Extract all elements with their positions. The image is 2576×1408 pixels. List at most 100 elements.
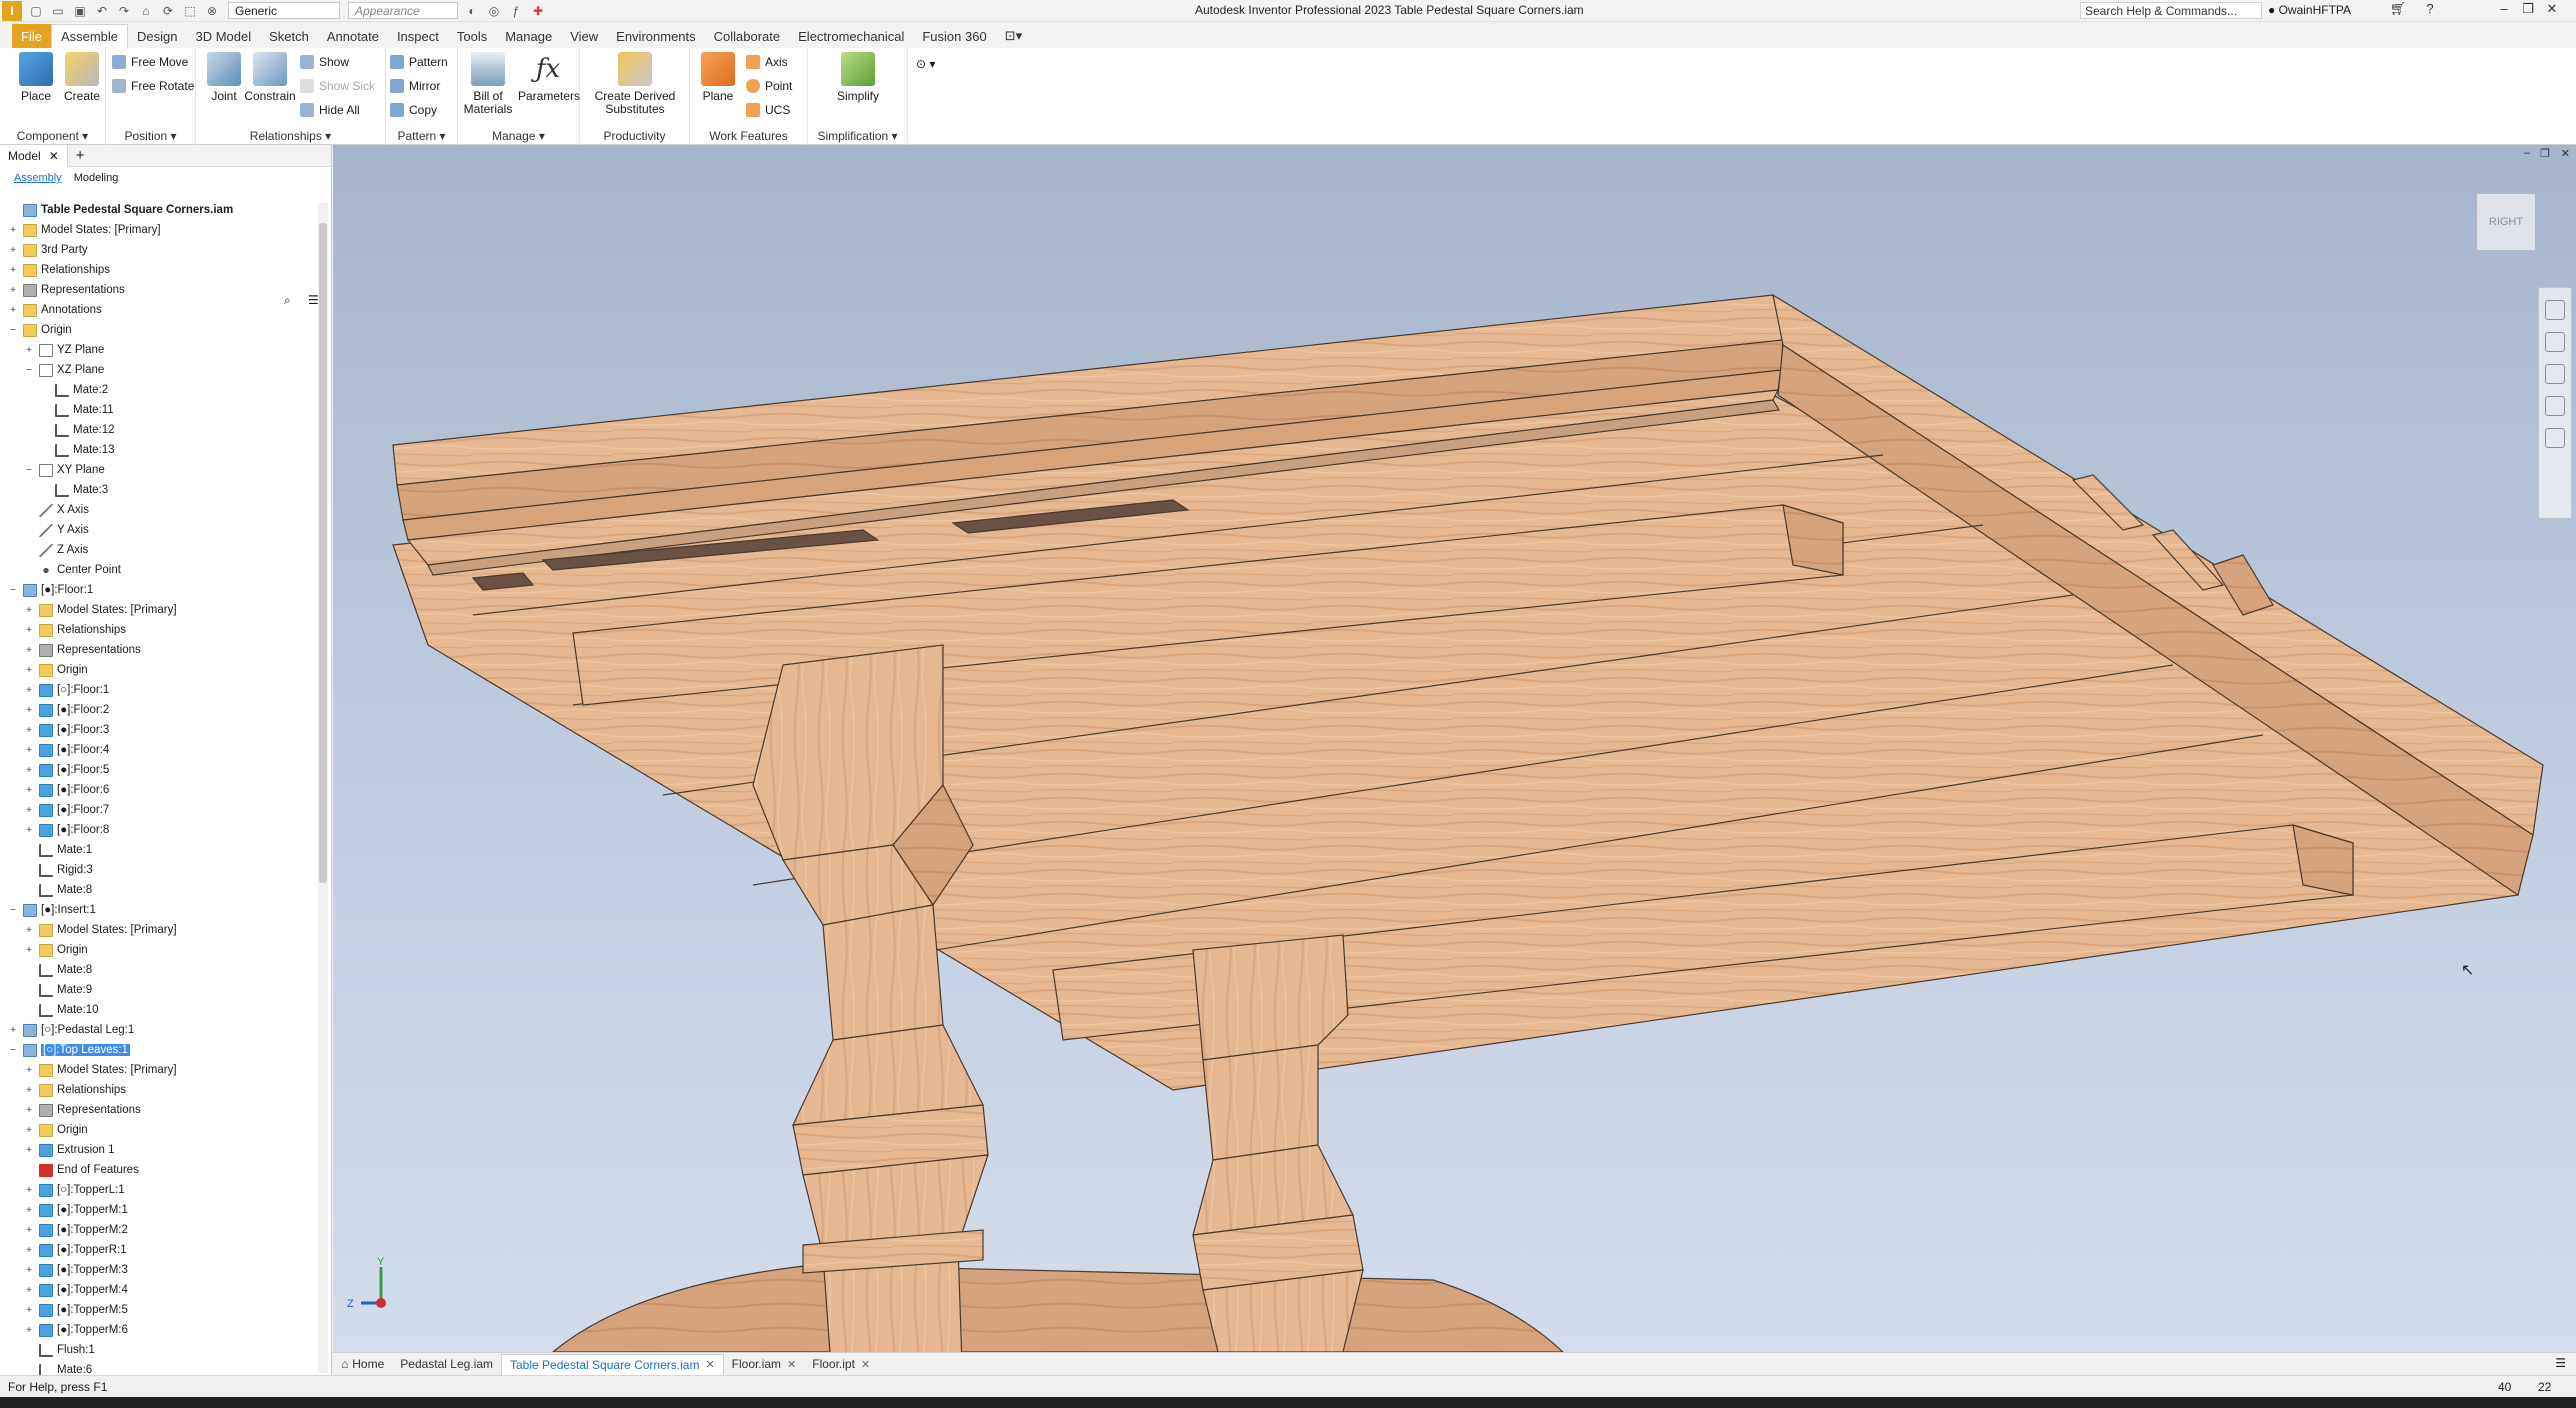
doc-tab-table-pedestal[interactable]: Table Pedestal Square Corners.iam ✕ (501, 1353, 724, 1375)
assembly-mode-link[interactable]: Assembly (14, 172, 62, 184)
viewport-minimize-icon[interactable]: – (2524, 147, 2530, 159)
tab-environments[interactable]: Environments (607, 24, 704, 48)
axis-button[interactable]: Axis (746, 52, 788, 72)
open-file-icon[interactable]: ▭ (50, 3, 66, 19)
copy-button[interactable]: Copy (390, 100, 437, 120)
tree-node[interactable]: X Axis (0, 500, 316, 520)
collapse-icon[interactable]: − (8, 585, 18, 596)
expand-icon[interactable]: + (24, 765, 34, 776)
parameters-button[interactable]: ƒx Parameters (518, 52, 580, 103)
tree-node[interactable]: + [●]:TopperM:3 (0, 1260, 316, 1280)
tree-node[interactable]: + Representations (0, 280, 316, 300)
tab-manage[interactable]: Manage (496, 24, 561, 48)
tree-node[interactable]: Mate:9 (0, 980, 316, 1000)
tree-node[interactable]: + Representations (0, 1100, 316, 1120)
graphics-viewport[interactable]: Y Z RIGHT – ❐ ✕ ↖ (333, 145, 2576, 1352)
tab-file[interactable]: File (12, 24, 51, 48)
close-doc-tab-icon[interactable]: ✕ (861, 1358, 870, 1371)
expand-icon[interactable]: + (24, 625, 34, 636)
tab-3d-model[interactable]: 3D Model (187, 24, 261, 48)
fx-icon[interactable]: ƒ (508, 3, 524, 19)
appearance-dropdown[interactable]: Appearance (348, 2, 458, 19)
tree-node[interactable]: Mate:12 (0, 420, 316, 440)
point-button[interactable]: Point (746, 76, 792, 96)
simplify-button[interactable]: Simplify (832, 52, 884, 103)
inventor-logo-icon[interactable]: I (2, 0, 22, 21)
expand-icon[interactable]: + (8, 285, 18, 296)
help-search-input[interactable]: Search Help & Commands... (2080, 2, 2262, 19)
adjust-icon[interactable]: ◐ (464, 3, 480, 19)
expand-icon[interactable]: + (24, 1285, 34, 1296)
pattern-group-label[interactable]: Pattern ▾ (386, 129, 457, 143)
tree-node[interactable]: Y Axis (0, 520, 316, 540)
expand-icon[interactable]: + (24, 645, 34, 656)
redo-icon[interactable]: ↷ (116, 3, 132, 19)
place-button[interactable]: Place (10, 52, 62, 103)
tab-assemble[interactable]: Assemble (50, 24, 129, 48)
expand-icon[interactable]: + (8, 305, 18, 316)
pan-icon[interactable] (2545, 332, 2565, 352)
expand-icon[interactable]: + (24, 1305, 34, 1316)
tree-node[interactable]: + Model States: [Primary] (0, 600, 316, 620)
tree-node[interactable]: End of Features (0, 1160, 316, 1180)
expand-icon[interactable]: + (24, 1245, 34, 1256)
collapse-icon[interactable]: − (8, 1045, 18, 1056)
create-button[interactable]: Create (56, 52, 108, 103)
expand-icon[interactable]: + (24, 725, 34, 736)
close-button[interactable]: ✕ (2542, 1, 2562, 21)
collapse-icon[interactable]: − (8, 325, 18, 336)
tree-node[interactable]: + [●]:Floor:6 (0, 780, 316, 800)
tree-node[interactable]: + [●]:TopperM:1 (0, 1200, 316, 1220)
tree-node[interactable]: + Model States: [Primary] (0, 920, 316, 940)
expand-icon[interactable]: + (24, 605, 34, 616)
tab-electromechanical[interactable]: Electromechanical (789, 24, 913, 48)
modeling-mode-link[interactable]: Modeling (74, 172, 119, 184)
tree-node[interactable]: Mate:1 (0, 840, 316, 860)
tree-node[interactable]: + Relationships (0, 620, 316, 640)
expand-icon[interactable]: + (24, 1085, 34, 1096)
tab-design[interactable]: Design (128, 24, 186, 48)
tree-node[interactable]: + [●]:Floor:7 (0, 800, 316, 820)
collapse-icon[interactable]: − (8, 905, 18, 916)
tree-node[interactable]: + [●]:Floor:5 (0, 760, 316, 780)
expand-icon[interactable]: + (24, 1145, 34, 1156)
tree-node[interactable]: + [●]:Floor:8 (0, 820, 316, 840)
tree-node[interactable]: + Origin (0, 1120, 316, 1140)
tree-node[interactable]: + [●]:TopperM:5 (0, 1300, 316, 1320)
tree-node[interactable]: + [○]:Pedastal Leg:1 (0, 1020, 316, 1040)
expand-icon[interactable]: + (24, 345, 34, 356)
expand-icon[interactable]: + (24, 1225, 34, 1236)
steering-wheel-icon[interactable] (2545, 300, 2565, 320)
tree-node[interactable]: + Extrusion 1 (0, 1140, 316, 1160)
tree-node[interactable]: Mate:13 (0, 440, 316, 460)
tree-node[interactable]: Z Axis (0, 540, 316, 560)
expand-icon[interactable]: + (24, 945, 34, 956)
ribbon-options-icon[interactable]: ⊡▾ (996, 24, 1031, 48)
free-move-button[interactable]: Free Move (112, 52, 188, 72)
tree-node[interactable]: − [○]:Top Leaves:1 (0, 1040, 316, 1060)
tab-fusion-360[interactable]: Fusion 360 (913, 24, 995, 48)
tree-node[interactable]: Center Point (0, 560, 316, 580)
tab-collaborate[interactable]: Collaborate (705, 24, 790, 48)
expand-icon[interactable]: + (24, 1185, 34, 1196)
close-doc-tab-icon[interactable]: ✕ (705, 1358, 714, 1371)
pattern-button[interactable]: Pattern (390, 52, 448, 72)
expand-icon[interactable]: + (24, 1205, 34, 1216)
tree-node[interactable]: + [●]:TopperM:2 (0, 1220, 316, 1240)
viewport-restore-icon[interactable]: ❐ (2540, 147, 2550, 160)
collapse-icon[interactable]: − (24, 465, 34, 476)
close-tab-icon[interactable]: ✕ (49, 149, 59, 163)
tab-annotate[interactable]: Annotate (318, 24, 388, 48)
expand-icon[interactable]: + (24, 1065, 34, 1076)
tree-node[interactable]: − [●]:Floor:1 (0, 580, 316, 600)
user-account[interactable]: ● OwainHFTPA (2268, 3, 2351, 17)
expand-icon[interactable]: + (24, 685, 34, 696)
collapse-icon[interactable]: − (24, 365, 34, 376)
constrain-button[interactable]: Constrain (244, 52, 296, 103)
manage-group-label[interactable]: Manage ▾ (458, 129, 579, 143)
tree-node[interactable]: Rigid:3 (0, 860, 316, 880)
joint-button[interactable]: Joint (198, 52, 250, 103)
tree-node[interactable]: + Origin (0, 660, 316, 680)
expand-icon[interactable]: + (8, 225, 18, 236)
tree-node[interactable]: +3rd Party (0, 240, 316, 260)
